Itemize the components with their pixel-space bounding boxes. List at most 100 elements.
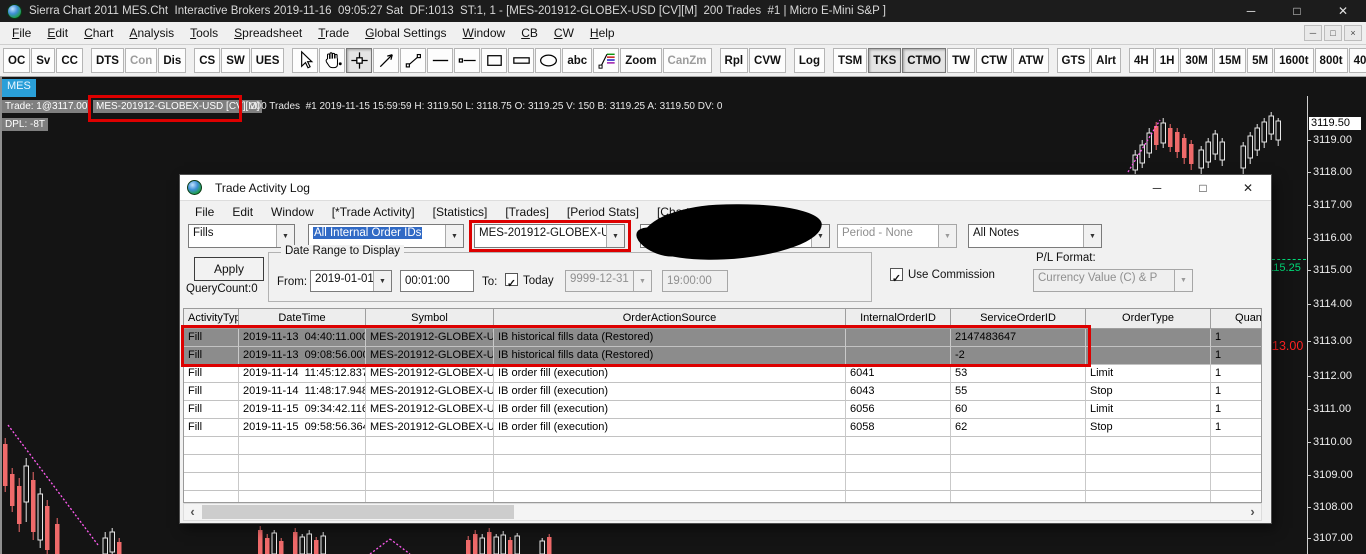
window-close-button[interactable]: ✕ <box>1320 0 1366 22</box>
symbol-combo[interactable]: MES-201912-GLOBEX-US ▼ <box>474 224 625 248</box>
from-date-combo[interactable]: 2019-01-01 ▼ <box>310 270 392 292</box>
atw-button[interactable]: ATW <box>1013 48 1049 73</box>
dialog-close-button[interactable]: ✕ <box>1233 177 1263 199</box>
tf-5m-button[interactable]: 5M <box>1247 48 1274 73</box>
line-segment-tool-button[interactable] <box>400 48 427 73</box>
dts-button[interactable]: DTS <box>90 48 124 73</box>
mdi-restore-icon[interactable]: □ <box>1324 25 1342 41</box>
dialog-menu--trade-activity-[interactable]: [*Trade Activity] <box>323 205 424 219</box>
column-header-ordertype[interactable]: OrderType <box>1086 309 1211 329</box>
from-time-input[interactable]: 00:01:00 <box>400 270 474 292</box>
mdi-close-icon[interactable]: × <box>1344 25 1362 41</box>
tf-1600t-button[interactable]: 1600t <box>1274 48 1314 73</box>
menu-cw[interactable]: CW <box>546 26 582 40</box>
dialog-menu--statistics-[interactable]: [Statistics] <box>424 205 497 219</box>
trade-activity-table[interactable]: ActivityTypeDateTimeSymbolOrderActionSou… <box>183 308 1262 503</box>
tw-button[interactable]: TW <box>947 48 975 73</box>
column-header-activitytype[interactable]: ActivityType <box>184 309 239 329</box>
con-button[interactable]: Con <box>124 48 158 73</box>
dialog-menu-file[interactable]: File <box>186 205 223 219</box>
gts-button[interactable]: GTS <box>1056 48 1091 73</box>
column-header-datetime[interactable]: DateTime <box>239 309 366 329</box>
horizontal-ray-tool-button[interactable] <box>454 48 481 73</box>
fills-filter-combo[interactable]: Fills ▼ <box>188 224 295 248</box>
apply-button[interactable]: Apply <box>194 257 264 281</box>
column-header-serviceorderid[interactable]: ServiceOrderID <box>951 309 1086 329</box>
chevron-down-icon[interactable]: ▼ <box>1083 225 1101 247</box>
today-checkbox[interactable]: ✓ <box>505 273 518 290</box>
dis-button[interactable]: Dis <box>158 48 187 73</box>
scroll-left-icon[interactable]: ‹ <box>184 504 201 520</box>
arrow-line-tool-button[interactable] <box>373 48 400 73</box>
cs-button[interactable]: CS <box>194 48 221 73</box>
crosshair-tool-button[interactable] <box>346 48 373 73</box>
dialog-menu--trades-[interactable]: [Trades] <box>496 205 558 219</box>
dialog-menu--period-stats-[interactable]: [Period Stats] <box>558 205 648 219</box>
horizontal-line-tool-button[interactable] <box>427 48 454 73</box>
tks-button[interactable]: TKS <box>868 48 902 73</box>
use-commission-checkbox[interactable]: ✓ <box>890 268 903 285</box>
oc-button[interactable]: OC <box>3 48 31 73</box>
menu-global-settings[interactable]: Global Settings <box>357 26 454 40</box>
menu-window[interactable]: Window <box>455 26 514 40</box>
ctmo-button[interactable]: CTMO <box>902 48 947 73</box>
ctw-button[interactable]: CTW <box>976 48 1013 73</box>
window-maximize-button[interactable]: □ <box>1274 0 1320 22</box>
column-header-quantity[interactable]: Quantity <box>1211 309 1261 329</box>
menu-tools[interactable]: Tools <box>182 26 226 40</box>
tf-15m-button[interactable]: 15M <box>1213 48 1247 73</box>
rectangle-tool-button[interactable] <box>481 48 508 73</box>
chevron-down-icon[interactable]: ▼ <box>276 225 294 247</box>
log-button[interactable]: Log <box>793 48 825 73</box>
rpl-button[interactable]: Rpl <box>719 48 749 73</box>
table-row[interactable]: Fill 2019-11-14 11:48:17.948 MES-201912-GL… <box>184 383 1261 401</box>
alrt-button[interactable]: Alrt <box>1091 48 1121 73</box>
menu-cb[interactable]: CB <box>513 26 546 40</box>
table-row[interactable]: Fill 2019-11-13 04:40:11.000 MES-201912-GL… <box>184 329 1261 347</box>
cc-button[interactable]: CC <box>56 48 83 73</box>
dialog-maximize-button[interactable]: □ <box>1188 177 1218 199</box>
sw-button[interactable]: SW <box>221 48 250 73</box>
dialog-menu-window[interactable]: Window <box>262 205 323 219</box>
canzm-button[interactable]: CanZm <box>662 48 712 73</box>
tf-30m-button[interactable]: 30M <box>1180 48 1213 73</box>
table-row[interactable]: Fill 2019-11-15 09:58:56.364 MES-201912-GL… <box>184 419 1261 437</box>
tsm-button[interactable]: TSM <box>832 48 868 73</box>
zoom-button[interactable]: Zoom <box>620 48 662 73</box>
wide-rectangle-tool-button[interactable] <box>508 48 535 73</box>
menu-file[interactable]: File <box>4 26 39 40</box>
dialog-menu-edit[interactable]: Edit <box>223 205 262 219</box>
menu-spreadsheet[interactable]: Spreadsheet <box>226 26 310 40</box>
scrollbar-thumb[interactable] <box>202 505 514 519</box>
menu-chart[interactable]: Chart <box>76 26 121 40</box>
text-tool-button[interactable]: abc <box>562 48 593 73</box>
menu-analysis[interactable]: Analysis <box>121 26 182 40</box>
pointer-tool-button[interactable] <box>292 48 319 73</box>
sv-button[interactable]: Sv <box>31 48 56 73</box>
horizontal-scrollbar[interactable]: ‹ › <box>183 503 1262 521</box>
menu-help[interactable]: Help <box>582 26 623 40</box>
ellipse-tool-button[interactable] <box>535 48 562 73</box>
column-header-orderactionsource[interactable]: OrderActionSource <box>494 309 846 329</box>
ues-button[interactable]: UES <box>250 48 285 73</box>
dialog-minimize-button[interactable]: ─ <box>1142 177 1172 199</box>
tf-1h-button[interactable]: 1H <box>1154 48 1180 73</box>
column-header-symbol[interactable]: Symbol <box>366 309 494 329</box>
menu-edit[interactable]: Edit <box>39 26 76 40</box>
column-header-internalorderid[interactable]: InternalOrderID <box>846 309 951 329</box>
table-row[interactable]: Fill 2019-11-13 09:08:56.000 MES-201912-GL… <box>184 347 1261 365</box>
notes-combo[interactable]: All Notes ▼ <box>968 224 1102 248</box>
scroll-right-icon[interactable]: › <box>1244 504 1261 520</box>
chart-tab-mes[interactable]: MES <box>2 79 36 97</box>
table-row[interactable]: Fill 2019-11-15 09:34:42.116 MES-201912-GL… <box>184 401 1261 419</box>
chevron-down-icon[interactable]: ▼ <box>373 271 391 291</box>
dialog-title-bar[interactable]: Trade Activity Log ─ □ ✕ <box>180 175 1271 201</box>
pan-tool-button[interactable] <box>319 48 346 73</box>
tf-4h-button[interactable]: 4H <box>1128 48 1154 73</box>
menu-trade[interactable]: Trade <box>310 26 357 40</box>
cvw-button[interactable]: CVW <box>749 48 786 73</box>
fib-tool-button[interactable] <box>593 48 620 73</box>
window-minimize-button[interactable]: ─ <box>1228 0 1274 22</box>
period-combo[interactable]: Period - None ▼ <box>837 224 957 248</box>
chevron-down-icon[interactable]: ▼ <box>445 225 463 247</box>
